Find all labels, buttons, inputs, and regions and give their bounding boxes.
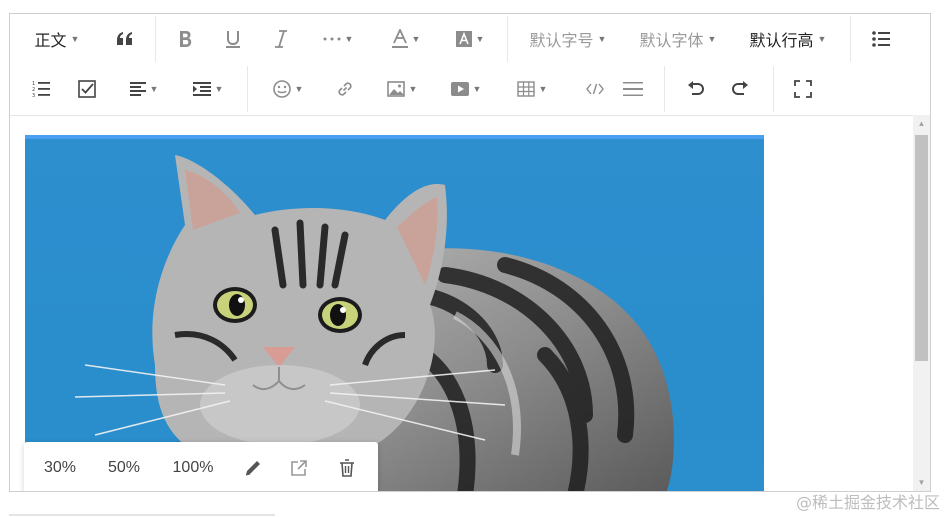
font-color-dropdown[interactable]: ▼ xyxy=(384,23,428,55)
size-50-button[interactable]: 50% xyxy=(104,452,144,484)
watermark: @稀土掘金技术社区 xyxy=(795,493,940,512)
emotion-dropdown[interactable]: ▼ xyxy=(266,73,310,105)
open-link-icon xyxy=(291,460,307,476)
image-dropdown[interactable]: ▼ xyxy=(380,73,424,105)
bold-icon xyxy=(180,31,192,47)
italic-button[interactable] xyxy=(266,23,296,55)
toolbar-divider xyxy=(155,16,156,62)
chevron-down-icon: ▼ xyxy=(472,84,482,94)
emotion-icon xyxy=(272,80,291,98)
open-image-link-button[interactable] xyxy=(286,452,312,484)
divider-icon xyxy=(623,82,643,96)
video-icon xyxy=(450,82,469,96)
blockquote-icon xyxy=(117,32,132,45)
italic-icon xyxy=(275,30,287,48)
paragraph-style-dropdown[interactable]: 正文 ▼ xyxy=(32,23,82,55)
todo-icon xyxy=(78,80,96,98)
indent-dropdown[interactable]: ▼ xyxy=(186,73,230,105)
align-icon xyxy=(129,82,146,96)
divider-button[interactable] xyxy=(618,73,648,105)
bulleted-list-button[interactable] xyxy=(866,23,896,55)
vertical-scrollbar[interactable]: ▲ ▼ xyxy=(913,115,930,491)
bulleted-list-icon xyxy=(872,31,890,47)
editor-content-area[interactable]: 30% 50% 100% xyxy=(10,115,930,491)
undo-button[interactable] xyxy=(680,73,710,105)
edit-image-button[interactable] xyxy=(240,452,266,484)
size-30-button[interactable]: 30% xyxy=(40,452,80,484)
svg-text:3: 3 xyxy=(32,93,35,98)
scroll-thumb[interactable] xyxy=(915,135,928,361)
line-height-label: 默认行高 xyxy=(749,33,814,50)
toolbar-divider xyxy=(850,16,851,62)
image-hover-menu: 30% 50% 100% xyxy=(24,442,378,491)
editor-toolbar: 正文 ▼ ▼ ▼ ▼ 默认字号 ▼ 默认字体 ▼ 默认行高 ▼ 1 2 3 ▼ … xyxy=(10,14,930,116)
chevron-down-icon: ▼ xyxy=(214,84,224,94)
chevron-down-icon: ▼ xyxy=(294,84,304,94)
undo-icon xyxy=(688,81,704,95)
delete-icon xyxy=(340,459,354,477)
size-100-button[interactable]: 100% xyxy=(168,452,218,484)
numbered-list-icon: 123 xyxy=(32,81,50,98)
background-color-dropdown[interactable]: ▼ xyxy=(448,23,492,55)
chevron-down-icon: ▼ xyxy=(70,34,80,44)
todo-button[interactable] xyxy=(72,73,102,105)
more-icon xyxy=(323,37,341,41)
bold-button[interactable] xyxy=(170,23,200,55)
toolbar-divider xyxy=(664,66,665,112)
chevron-down-icon: ▼ xyxy=(475,34,485,44)
table-dropdown[interactable]: ▼ xyxy=(510,73,554,105)
fullscreen-icon xyxy=(794,80,812,98)
scroll-up-arrow-icon[interactable]: ▲ xyxy=(913,115,930,132)
code-button[interactable] xyxy=(580,73,610,105)
chevron-down-icon: ▼ xyxy=(597,34,607,44)
blockquote-button[interactable] xyxy=(110,23,140,55)
video-dropdown[interactable]: ▼ xyxy=(444,73,488,105)
fullscreen-button[interactable] xyxy=(788,73,818,105)
toolbar-row-2: 123 ▼ ▼ ▼ ▼ ▼ ▼ xyxy=(10,64,930,114)
chevron-down-icon: ▼ xyxy=(707,34,717,44)
cat-image[interactable] xyxy=(25,135,764,491)
image-icon xyxy=(386,81,405,97)
chevron-down-icon: ▼ xyxy=(344,34,354,44)
align-dropdown[interactable]: ▼ xyxy=(122,73,166,105)
chevron-down-icon: ▼ xyxy=(817,34,827,44)
chevron-down-icon: ▼ xyxy=(538,84,548,94)
divider-line xyxy=(9,514,275,516)
toolbar-divider xyxy=(507,16,508,62)
chevron-down-icon: ▼ xyxy=(411,34,421,44)
font-family-dropdown[interactable]: 默认字体 ▼ xyxy=(636,23,720,55)
rich-text-editor: 正文 ▼ ▼ ▼ ▼ 默认字号 ▼ 默认字体 ▼ 默认行高 ▼ 1 2 3 ▼ … xyxy=(9,13,931,492)
link-button[interactable] xyxy=(330,73,360,105)
font-size-dropdown[interactable]: 默认字号 ▼ xyxy=(526,23,610,55)
indent-icon xyxy=(192,82,211,96)
edit-icon xyxy=(245,461,260,476)
toolbar-row-1: 正文 ▼ ▼ ▼ ▼ 默认字号 ▼ 默认字体 ▼ 默认行高 ▼ xyxy=(10,14,930,64)
chevron-down-icon: ▼ xyxy=(149,84,159,94)
link-icon xyxy=(338,82,352,96)
redo-icon xyxy=(732,81,748,95)
paragraph-style-label: 正文 xyxy=(34,33,67,50)
delete-image-button[interactable] xyxy=(334,452,360,484)
background-color-icon xyxy=(455,31,472,47)
table-icon xyxy=(516,81,535,97)
cat-illustration xyxy=(74,155,674,491)
numbered-list-button[interactable]: 123 xyxy=(26,73,56,105)
more-style-dropdown[interactable]: ▼ xyxy=(316,23,360,55)
underline-button[interactable] xyxy=(218,23,248,55)
chevron-down-icon: ▼ xyxy=(408,84,418,94)
toolbar-divider xyxy=(247,66,248,112)
code-icon xyxy=(586,83,604,95)
font-color-icon xyxy=(391,29,408,48)
redo-button[interactable] xyxy=(726,73,756,105)
underline-icon xyxy=(226,31,240,48)
line-height-dropdown[interactable]: 默认行高 ▼ xyxy=(746,23,830,55)
font-family-label: 默认字体 xyxy=(639,33,704,50)
font-size-label: 默认字号 xyxy=(529,33,594,50)
toolbar-divider xyxy=(773,66,774,112)
